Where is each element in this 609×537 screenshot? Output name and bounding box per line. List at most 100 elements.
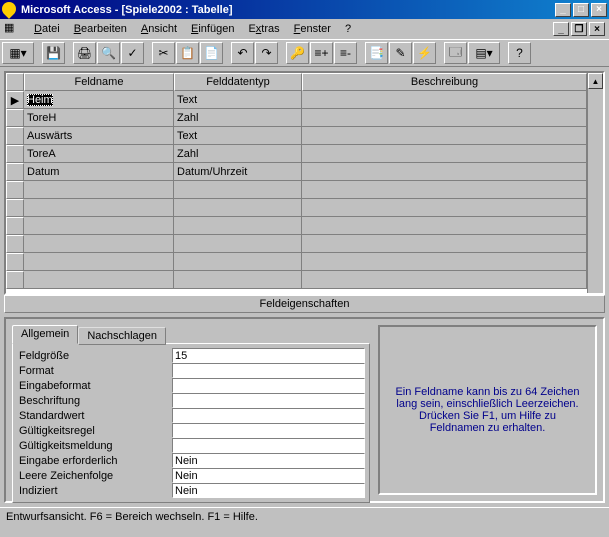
field-type-cell[interactable]: Zahl [174, 145, 302, 163]
field-name-cell[interactable] [24, 235, 174, 253]
header-felddatentyp[interactable]: Felddatentyp [174, 73, 302, 91]
mdi-restore-button[interactable]: ❐ [571, 22, 587, 36]
field-type-cell[interactable]: Text [174, 127, 302, 145]
field-desc-cell[interactable] [302, 253, 587, 271]
cut-button[interactable]: ✂ [152, 42, 175, 64]
select-all-cell[interactable] [6, 73, 24, 91]
field-desc-cell[interactable] [302, 163, 587, 181]
header-beschreibung[interactable]: Beschreibung [302, 73, 587, 91]
scroll-up-button[interactable]: ▲ [588, 73, 603, 89]
help-button[interactable]: ? [508, 42, 531, 64]
save-button[interactable]: 💾 [42, 42, 65, 64]
preview-button[interactable]: 🔍 [97, 42, 120, 64]
menu-ansicht[interactable]: Ansicht [135, 21, 183, 37]
menu-hilfe[interactable]: ? [339, 21, 357, 37]
row-selector[interactable] [6, 199, 24, 217]
insert-rows-button[interactable]: ≡+ [310, 42, 333, 64]
field-type-cell[interactable]: Datum/Uhrzeit [174, 163, 302, 181]
field-desc-cell[interactable] [302, 91, 587, 109]
row-selector[interactable] [6, 145, 24, 163]
table-row [6, 199, 587, 217]
row-selector[interactable] [6, 271, 24, 289]
field-name-cell[interactable]: Heim [24, 91, 174, 109]
builder-button[interactable]: ✎ [389, 42, 412, 64]
property-label: Eingabe erforderlich [17, 455, 172, 467]
row-selector[interactable]: ▶ [6, 91, 24, 109]
property-label: Beschriftung [17, 395, 172, 407]
menu-fenster[interactable]: Fenster [288, 21, 337, 37]
field-name-cell[interactable]: Datum [24, 163, 174, 181]
field-type-cell[interactable] [174, 271, 302, 289]
delete-rows-button[interactable]: ≡- [334, 42, 357, 64]
field-desc-cell[interactable] [302, 235, 587, 253]
new-object-button[interactable]: ▤▾ [468, 42, 500, 64]
field-name-cell[interactable] [24, 199, 174, 217]
index-button[interactable]: ⚡ [413, 42, 436, 64]
property-row: Gültigkeitsregel [17, 423, 365, 438]
tab-allgemein[interactable]: Allgemein [12, 325, 78, 344]
row-selector[interactable] [6, 253, 24, 271]
field-type-cell[interactable] [174, 199, 302, 217]
row-selector[interactable] [6, 127, 24, 145]
field-name-cell[interactable] [24, 181, 174, 199]
field-name-cell[interactable] [24, 217, 174, 235]
property-value[interactable]: 15 [172, 348, 365, 363]
property-value[interactable] [172, 393, 365, 408]
row-selector[interactable] [6, 181, 24, 199]
field-name-cell[interactable] [24, 271, 174, 289]
mdi-minimize-button[interactable]: _ [553, 22, 569, 36]
copy-button[interactable]: 📋 [176, 42, 199, 64]
menu-extras[interactable]: Extras [242, 21, 285, 37]
property-value[interactable]: Nein [172, 453, 365, 468]
property-value[interactable] [172, 408, 365, 423]
print-button[interactable]: 🖨 [73, 42, 96, 64]
row-selector[interactable] [6, 109, 24, 127]
field-desc-cell[interactable] [302, 109, 587, 127]
properties-button[interactable]: 📑 [365, 42, 388, 64]
undo-button[interactable]: ↶ [231, 42, 254, 64]
spell-button[interactable]: ✓ [121, 42, 144, 64]
titlebar: Microsoft Access - [Spiele2002 : Tabelle… [0, 0, 609, 19]
key-button[interactable]: 🔑 [286, 42, 309, 64]
paste-button[interactable]: 📄 [200, 42, 223, 64]
field-name-cell[interactable]: Auswärts [24, 127, 174, 145]
row-selector[interactable] [6, 235, 24, 253]
field-desc-cell[interactable] [302, 181, 587, 199]
mdi-close-button[interactable]: × [589, 22, 605, 36]
field-name-cell[interactable]: ToreA [24, 145, 174, 163]
property-value[interactable] [172, 378, 365, 393]
field-type-cell[interactable] [174, 217, 302, 235]
property-value[interactable] [172, 363, 365, 378]
maximize-button[interactable]: □ [573, 3, 589, 17]
header-feldname[interactable]: Feldname [24, 73, 174, 91]
field-type-cell[interactable] [174, 235, 302, 253]
mdi-icon[interactable]: ▦ [4, 21, 20, 37]
row-selector[interactable] [6, 163, 24, 181]
view-button[interactable]: ▦▾ [2, 42, 34, 64]
property-value[interactable]: Nein [172, 483, 365, 498]
db-window-button[interactable]: 🗔 [444, 42, 467, 64]
menu-einfuegen[interactable]: Einfügen [185, 21, 240, 37]
field-name-cell[interactable]: ToreH [24, 109, 174, 127]
field-name-cell[interactable] [24, 253, 174, 271]
field-desc-cell[interactable] [302, 217, 587, 235]
property-value[interactable]: Nein [172, 468, 365, 483]
field-type-cell[interactable]: Text [174, 91, 302, 109]
field-desc-cell[interactable] [302, 271, 587, 289]
property-value[interactable] [172, 438, 365, 453]
tab-nachschlagen[interactable]: Nachschlagen [78, 327, 166, 345]
property-value[interactable] [172, 423, 365, 438]
field-desc-cell[interactable] [302, 199, 587, 217]
redo-button[interactable]: ↷ [255, 42, 278, 64]
field-desc-cell[interactable] [302, 127, 587, 145]
minimize-button[interactable]: _ [555, 3, 571, 17]
field-type-cell[interactable]: Zahl [174, 109, 302, 127]
menu-bearbeiten[interactable]: Bearbeiten [68, 21, 133, 37]
field-type-cell[interactable] [174, 181, 302, 199]
field-type-cell[interactable] [174, 253, 302, 271]
menu-datei[interactable]: Datei [28, 21, 66, 37]
field-desc-cell[interactable] [302, 145, 587, 163]
row-selector[interactable] [6, 217, 24, 235]
vertical-scrollbar[interactable]: ▲ [587, 73, 603, 293]
close-button[interactable]: × [591, 3, 607, 17]
